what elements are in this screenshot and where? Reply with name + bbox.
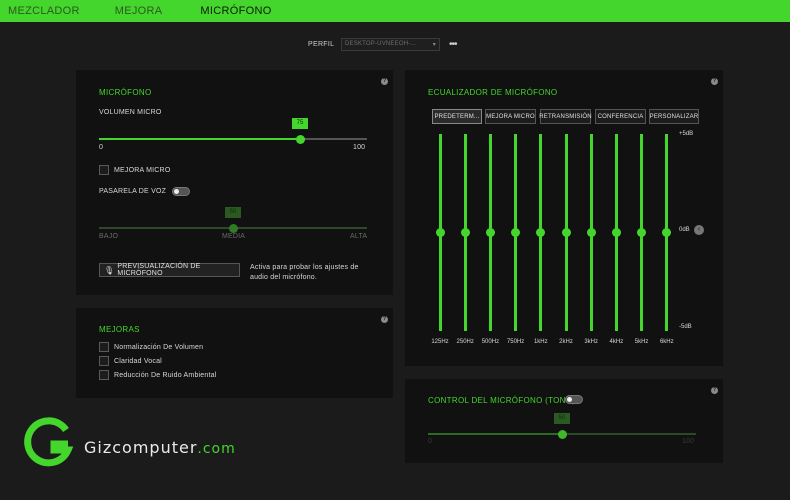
sidetone-slider[interactable]: 50 bbox=[428, 413, 696, 439]
voice-gate-knob[interactable] bbox=[228, 223, 238, 233]
ambient-noise-reduction-label: Reducción De Ruido Ambiental bbox=[114, 372, 217, 379]
chevron-down-icon: ▾ bbox=[432, 42, 436, 48]
watermark-text: Gizcomputer.com bbox=[84, 438, 236, 457]
profile-select[interactable]: DESKTOP-UVNEEOH-... ▾ bbox=[341, 38, 440, 51]
eq-preset-default[interactable]: PREDETERM... bbox=[432, 109, 482, 124]
voice-gate-toggle[interactable] bbox=[172, 187, 190, 196]
eq-reset-icon[interactable]: ‹ bbox=[694, 225, 704, 235]
eq-band-label: 750Hz bbox=[506, 339, 525, 345]
eq-band-label: 125Hz bbox=[431, 339, 449, 345]
eq-band-label: 2kHz bbox=[559, 339, 573, 345]
eq-preset-streaming[interactable]: RETRANSMISIÓN bbox=[539, 109, 592, 124]
mic-preview-button-label: PREVISUALIZACIÓN DE MICRÓFONO bbox=[117, 263, 201, 277]
mic-volume-value: 75 bbox=[292, 118, 308, 129]
mic-enhance-checkbox[interactable] bbox=[99, 165, 109, 175]
vocal-clarity-label: Claridad Vocal bbox=[114, 358, 162, 365]
eq-preset-conference[interactable]: CONFERENCIA bbox=[595, 109, 646, 124]
mic-volume-max: 100 bbox=[353, 144, 366, 151]
sidetone-max: 100 bbox=[682, 438, 695, 445]
improvements-panel: ? MEJORAS Normalización De Volumen Clari… bbox=[76, 308, 393, 398]
eq-band-label: 1kHz bbox=[533, 339, 548, 345]
voice-gate-value: 50 bbox=[225, 207, 241, 218]
sidetone-title: CONTROL DEL MICRÓFONO (TONO) bbox=[428, 396, 576, 405]
equalizer-title: ECUALIZADOR DE MICRÓFONO bbox=[428, 88, 558, 97]
mic-volume-label: VOLUMEN MICRO bbox=[99, 109, 162, 116]
gizcomputer-logo-icon bbox=[24, 417, 74, 467]
eq-band-knob[interactable] bbox=[637, 228, 647, 237]
watermark-brand: Gizcomputer bbox=[84, 438, 198, 457]
mic-volume-knob[interactable] bbox=[295, 134, 305, 144]
voice-gate-high: ALTA bbox=[350, 233, 368, 240]
sidetone-fill bbox=[428, 433, 562, 435]
eq-band-knob[interactable] bbox=[485, 228, 495, 237]
vocal-clarity-checkbox[interactable] bbox=[99, 356, 109, 366]
eq-band-knob[interactable] bbox=[611, 228, 621, 237]
eq-preset-custom[interactable]: PERSONALIZAR bbox=[649, 109, 699, 124]
more-options-icon[interactable]: ••• bbox=[449, 39, 457, 50]
eq-band-label: 6kHz bbox=[659, 339, 674, 345]
eq-band-knob[interactable] bbox=[662, 228, 672, 237]
volume-normalization-label: Normalización De Volumen bbox=[114, 344, 204, 351]
sidetone-toggle[interactable] bbox=[565, 395, 583, 404]
watermark-domain: .com bbox=[197, 441, 236, 457]
eq-band-knob[interactable] bbox=[586, 228, 596, 237]
help-icon[interactable]: ? bbox=[711, 78, 718, 85]
sidetone-panel: ? CONTROL DEL MICRÓFONO (TONO) 50 0 100 bbox=[405, 379, 723, 463]
eq-band-label: 5kHz bbox=[634, 339, 649, 345]
mic-volume-fill bbox=[99, 138, 300, 140]
voice-gate-low: BAJO bbox=[99, 233, 119, 240]
eq-band-label: 250Hz bbox=[456, 339, 474, 345]
help-icon[interactable]: ? bbox=[711, 387, 718, 394]
eq-band-knob[interactable] bbox=[511, 228, 521, 237]
microphone-title: MICRÓFONO bbox=[99, 88, 152, 97]
sidetone-min: 0 bbox=[428, 438, 433, 445]
voice-gate-slider[interactable]: 50 bbox=[99, 207, 367, 233]
eq-db-bottom: -5dB bbox=[679, 324, 692, 330]
voice-gate-label: PASARELA DE VOZ bbox=[99, 188, 167, 195]
tab-microphone[interactable]: MICRÓFONO bbox=[190, 0, 281, 22]
eq-preset-mic-enhance[interactable]: MEJORA MICRO bbox=[485, 109, 536, 124]
profile-label: PERFIL bbox=[308, 41, 335, 48]
voice-gate-fill bbox=[99, 227, 233, 229]
mic-volume-min: 0 bbox=[99, 144, 104, 151]
eq-band-knob[interactable] bbox=[561, 228, 571, 237]
voice-gate-mid: MEDIA bbox=[222, 233, 246, 240]
eq-band-knob[interactable] bbox=[536, 228, 546, 237]
tab-enhancement[interactable]: MEJORA bbox=[105, 0, 173, 22]
microphone-panel: ? MICRÓFONO VOLUMEN MICRO 75 0 100 MEJOR… bbox=[76, 70, 393, 295]
equalizer-panel: ? ECUALIZADOR DE MICRÓFONO PREDETERM... … bbox=[405, 70, 723, 366]
volume-normalization-checkbox[interactable] bbox=[99, 342, 109, 352]
eq-band-label: 3kHz bbox=[584, 339, 599, 345]
mic-preview-note: Activa para probar los ajustes de audio … bbox=[250, 264, 359, 281]
help-icon[interactable]: ? bbox=[381, 316, 388, 323]
eq-band-knob[interactable] bbox=[460, 228, 470, 237]
eq-db-top: +5dB bbox=[679, 131, 694, 137]
mic-preview-button[interactable]: 🎙 PREVISUALIZACIÓN DE MICRÓFONO bbox=[99, 263, 240, 277]
eq-band-label: 500Hz bbox=[481, 339, 500, 345]
profile-row: PERFIL DESKTOP-UVNEEOH-... ▾ ••• bbox=[0, 38, 790, 54]
sidetone-value: 50 bbox=[554, 413, 570, 424]
mic-volume-slider[interactable]: 75 bbox=[99, 118, 367, 144]
improvements-title: MEJORAS bbox=[99, 325, 140, 334]
tab-mixer[interactable]: MEZCLADOR bbox=[0, 0, 90, 22]
mic-enhance-label: MEJORA MICRO bbox=[114, 167, 171, 174]
help-icon[interactable]: ? bbox=[381, 78, 388, 85]
microphone-icon: 🎙 bbox=[104, 265, 115, 275]
profile-select-value: DESKTOP-UVNEEOH-... bbox=[345, 41, 417, 47]
top-tab-bar: MEZCLADOR MEJORA MICRÓFONO bbox=[0, 0, 790, 22]
eq-band-label: 4kHz bbox=[609, 339, 624, 345]
ambient-noise-reduction-checkbox[interactable] bbox=[99, 370, 109, 380]
eq-band-knob[interactable] bbox=[435, 228, 445, 237]
sidetone-knob[interactable] bbox=[557, 429, 567, 439]
eq-db-mid: 0dB bbox=[679, 227, 690, 233]
